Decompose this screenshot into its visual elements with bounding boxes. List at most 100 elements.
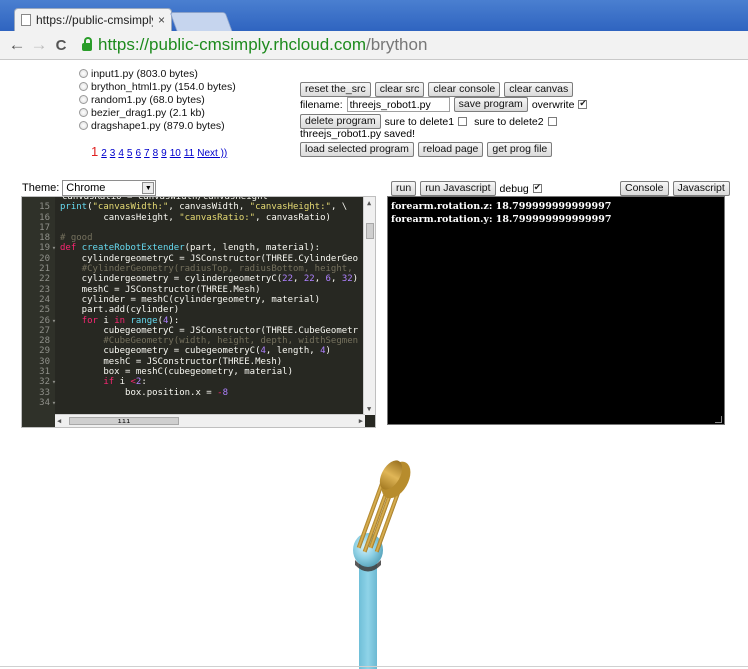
sure-delete1-checkbox[interactable]	[458, 117, 468, 126]
fold-icon[interactable]	[50, 357, 58, 367]
fold-icon[interactable]: ▾	[50, 398, 58, 408]
load-selected-program-button[interactable]: load selected program	[300, 142, 414, 157]
run-javascript-button[interactable]: run Javascript	[420, 181, 496, 196]
file-item[interactable]: dragshape1.py (879.0 bytes)	[79, 119, 236, 132]
console-output[interactable]: forearm.rotation.z: 18.799999999999997 f…	[387, 196, 725, 425]
page-link[interactable]: 4	[118, 148, 124, 159]
reload-icon[interactable]: C	[50, 37, 72, 54]
radio-button[interactable]	[79, 69, 88, 78]
scroll-thumb[interactable]	[366, 223, 374, 239]
fold-icon[interactable]	[50, 254, 58, 264]
editor-vertical-scrollbar[interactable]: ▲ ▼	[363, 197, 375, 415]
fold-icon[interactable]	[50, 223, 58, 233]
code-line[interactable]: 22 cylindergeometry = cylindergeometryC(…	[22, 274, 358, 284]
code-line[interactable]: 34 ▾	[22, 398, 358, 408]
code-line[interactable]: 33 box.position.x = -8	[22, 388, 358, 398]
fold-icon[interactable]	[50, 213, 58, 223]
clear-console-button[interactable]: clear console	[428, 82, 501, 97]
new-tab-button[interactable]	[169, 12, 233, 31]
fold-icon[interactable]	[50, 305, 58, 315]
get-prog-file-button[interactable]: get prog file	[487, 142, 553, 157]
delete-program-button[interactable]: delete program	[300, 114, 381, 129]
fold-icon[interactable]	[50, 295, 58, 305]
fold-icon[interactable]: ▾	[50, 316, 58, 326]
code-line[interactable]: 25 part.add(cylinder)	[22, 305, 358, 315]
page-link[interactable]: 3	[110, 148, 116, 159]
fold-icon[interactable]	[50, 274, 58, 284]
file-item[interactable]: bezier_drag1.py (2.1 kb)	[79, 106, 236, 119]
code-line[interactable]: 16 canvasHeight, "canvasRatio:", canvasR…	[22, 213, 358, 223]
file-item[interactable]: input1.py (803.0 bytes)	[79, 67, 236, 80]
page-link[interactable]: 6	[135, 148, 141, 159]
page-link[interactable]: 7	[144, 148, 150, 159]
code-line[interactable]: 20 cylindergeometryC = JSConstructor(THR…	[22, 254, 358, 264]
code-line[interactable]: 15 print("canvasWidth:", canvasWidth, "ca…	[22, 202, 358, 212]
browser-tab[interactable]: https://public-cmsimply. ×	[14, 8, 172, 31]
debug-checkbox[interactable]	[532, 182, 542, 193]
theme-select[interactable]: Chrome ▼	[62, 180, 157, 196]
fold-icon[interactable]	[50, 346, 58, 356]
fold-icon[interactable]	[50, 264, 58, 274]
fold-icon[interactable]	[50, 336, 58, 346]
forward-arrow-icon[interactable]: →	[28, 35, 50, 55]
code-line[interactable]: 19 ▾ def createRobotExtender(part, length,…	[22, 243, 358, 253]
editor-horizontal-scrollbar[interactable]: ◀ ııı ▶	[55, 414, 365, 427]
code-line[interactable]: 18 # good	[22, 233, 358, 243]
code-line[interactable]: 17	[22, 223, 358, 233]
code-line[interactable]: 28 #CubeGeometry(width, height, depth, w…	[22, 336, 358, 346]
reload-page-button[interactable]: reload page	[417, 142, 484, 157]
console-button[interactable]: Console	[620, 181, 669, 196]
next-link[interactable]: Next ))	[197, 148, 227, 159]
fold-icon[interactable]	[50, 202, 58, 212]
sure-delete2-checkbox[interactable]	[547, 117, 557, 126]
radio-button[interactable]	[79, 108, 88, 117]
editor-lines[interactable]: canvasRatio = canvasWidth/canvasHeight 15…	[22, 197, 358, 408]
scroll-left-icon[interactable]: ◀	[57, 417, 61, 425]
fold-icon[interactable]	[50, 388, 58, 398]
fold-icon[interactable]: ▾	[50, 243, 58, 253]
page-link[interactable]: 9	[161, 148, 167, 159]
address-bar[interactable]: https://public-cmsimply.rhcloud.com/bryt…	[80, 33, 732, 57]
page-link[interactable]: 5	[127, 148, 133, 159]
code-line[interactable]: 31 box = meshC(cubegeometry, material)	[22, 367, 358, 377]
javascript-button[interactable]: Javascript	[672, 181, 730, 196]
resize-grip-icon[interactable]	[715, 416, 722, 423]
clear-src-button[interactable]: clear src	[374, 82, 425, 97]
clear-canvas-button[interactable]: clear canvas	[504, 82, 574, 97]
reset-src-button[interactable]: reset the_src	[300, 82, 371, 97]
page-link[interactable]: 10	[170, 148, 181, 159]
run-button[interactable]: run	[391, 181, 417, 196]
code-editor[interactable]: canvasRatio = canvasWidth/canvasHeight 15…	[21, 196, 376, 428]
render-canvas[interactable]	[0, 432, 748, 669]
scroll-up-icon[interactable]: ▲	[367, 199, 371, 207]
fold-icon[interactable]	[50, 326, 58, 336]
file-item[interactable]: random1.py (68.0 bytes)	[79, 93, 236, 106]
code-line[interactable]: 26 ▾ for i in range(4):	[22, 316, 358, 326]
page-link[interactable]: 11	[184, 148, 194, 159]
scroll-down-icon[interactable]: ▼	[367, 405, 371, 413]
overwrite-checkbox[interactable]	[578, 98, 588, 109]
code-line[interactable]: 29 cubegeometry = cubegeometryC(4, lengt…	[22, 346, 358, 356]
scroll-thumb[interactable]: ııı	[69, 417, 179, 425]
filename-input[interactable]	[346, 97, 450, 112]
page-link[interactable]: 8	[153, 148, 159, 159]
back-arrow-icon[interactable]: ←	[6, 35, 28, 55]
code-line[interactable]: 32 ▾ if i <2:	[22, 377, 358, 387]
page-link[interactable]: 2	[101, 148, 107, 159]
file-item[interactable]: brython_html1.py (154.0 bytes)	[79, 80, 236, 93]
radio-button[interactable]	[79, 95, 88, 104]
code-line[interactable]: 21 #CylinderGeometry(radiusTop, radiusBo…	[22, 264, 358, 274]
code-line[interactable]: 27 cubegeometryC = JSConstructor(THREE.C…	[22, 326, 358, 336]
fold-icon[interactable]: ▾	[50, 377, 58, 387]
close-tab-icon[interactable]: ×	[158, 13, 165, 27]
radio-button[interactable]	[79, 121, 88, 130]
scroll-right-icon[interactable]: ▶	[359, 417, 363, 425]
radio-button[interactable]	[79, 82, 88, 91]
dropdown-arrow-icon[interactable]: ▼	[142, 182, 155, 194]
fold-icon[interactable]	[50, 233, 58, 243]
fold-icon[interactable]	[50, 367, 58, 377]
code-line[interactable]: 23 meshC = JSConstructor(THREE.Mesh)	[22, 285, 358, 295]
code-line[interactable]: 30 meshC = JSConstructor(THREE.Mesh)	[22, 357, 358, 367]
code-line[interactable]: 24 cylinder = meshC(cylindergeometry, ma…	[22, 295, 358, 305]
fold-icon[interactable]	[50, 285, 58, 295]
